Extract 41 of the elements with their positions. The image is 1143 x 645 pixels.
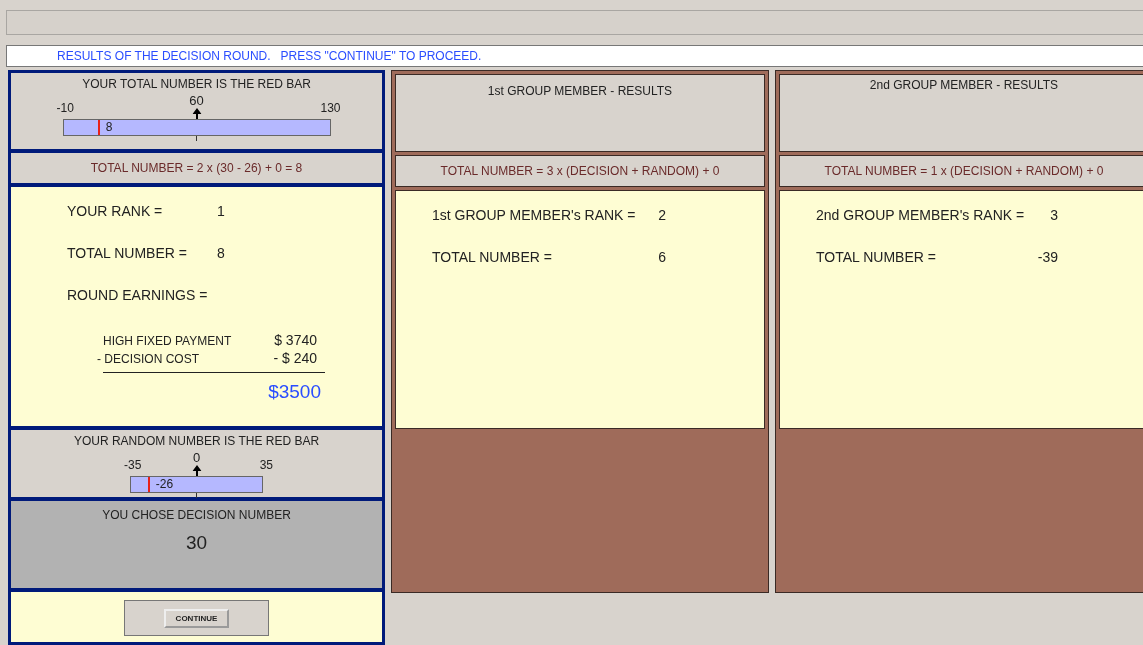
scale-label: 0: [192, 450, 201, 465]
decision-value: 30: [184, 532, 209, 554]
tick-mark: [196, 136, 197, 141]
result-label: TOTAL NUMBER =: [67, 245, 188, 263]
result-label: 1st GROUP MEMBER's RANK =: [432, 207, 637, 225]
earning-amount: $ 3740: [274, 332, 317, 348]
result-label: 2nd GROUP MEMBER's RANK =: [816, 207, 1026, 225]
earning-label: - DECISION COST: [97, 352, 199, 366]
result-value: 6: [657, 249, 666, 267]
result-label: YOUR RANK =: [67, 203, 164, 221]
earnings-total: $3500: [268, 381, 321, 402]
gauge-value: 8: [105, 120, 113, 135]
formula-text: TOTAL NUMBER = 1 x (DECISION + RANDOM) + 0: [824, 164, 1104, 178]
instruction-text: RESULTS OF THE DECISION ROUND. PRESS "CONTINUE" TO PROCEED.: [57, 49, 482, 63]
formula-text: TOTAL NUMBER = 2 x (30 - 26) + 0 = 8: [90, 161, 303, 175]
scale-label: 130: [320, 101, 341, 115]
result-label: TOTAL NUMBER =: [432, 249, 553, 267]
gauge-title: YOUR TOTAL NUMBER IS THE RED BAR: [82, 77, 311, 91]
gauge-title: YOUR RANDOM NUMBER IS THE RED BAR: [73, 434, 320, 448]
earning-amount: - $ 240: [273, 350, 317, 366]
result-value: -39: [1036, 249, 1058, 267]
scale-label: 35: [259, 458, 273, 472]
gauge-value: -26: [155, 477, 174, 492]
result-value: 2: [657, 207, 666, 225]
tick-mark: [196, 493, 197, 498]
continue-button[interactable]: CONTINUE: [163, 608, 230, 628]
member-title: 1st GROUP MEMBER - RESULTS: [487, 84, 673, 100]
result-value: 1: [217, 203, 225, 221]
scale-label: -10: [56, 101, 74, 115]
result-label: TOTAL NUMBER =: [816, 249, 937, 267]
formula-text: TOTAL NUMBER = 3 x (DECISION + RANDOM) + 0: [440, 164, 720, 178]
scale-label: 60: [189, 93, 204, 108]
arrow-icon: [192, 465, 201, 476]
scale-label: -35: [124, 458, 142, 472]
result-value: 8: [217, 245, 225, 263]
member-title: 2nd GROUP MEMBER - RESULTS: [869, 78, 1059, 94]
arrow-icon: [192, 108, 201, 119]
decision-label: YOU CHOSE DECISION NUMBER: [101, 508, 292, 522]
result-label: ROUND EARNINGS =: [67, 287, 209, 305]
earning-label: HIGH FIXED PAYMENT: [103, 334, 232, 348]
result-value: 3: [1049, 207, 1058, 225]
